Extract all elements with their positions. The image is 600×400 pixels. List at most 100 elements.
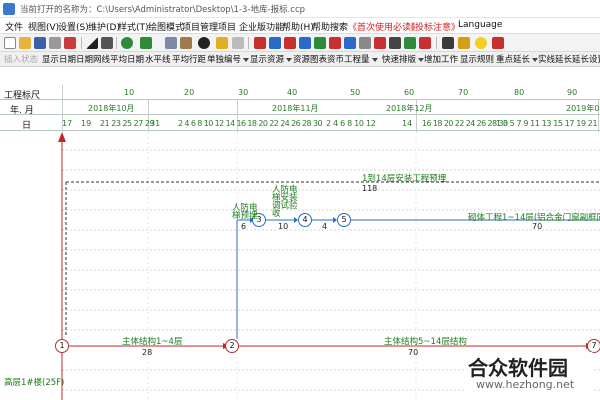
palette-icon[interactable] <box>374 37 386 49</box>
key-extend-label: 重点延长 <box>496 55 531 65</box>
open-folder-icon[interactable] <box>19 37 31 49</box>
day-label: 19 <box>81 119 92 128</box>
activity-duration: 118 <box>362 184 378 193</box>
day-label: 2 4 6 8 10 12 14 16 18 20 22 24 26 28 30 <box>178 119 323 128</box>
solid-extend-button[interactable]: 实线延长 <box>538 53 572 65</box>
watermark-url: www.hezhong.net <box>476 378 575 391</box>
activity-label[interactable]: 人防电梯安装调试验收 <box>272 186 300 219</box>
time-scale-header: 工程标尺 年. 月 日 10 20 30 40 50 60 70 80 90 2… <box>0 85 600 132</box>
network-node[interactable]: 1 <box>55 339 69 353</box>
menu-project[interactable]: 项目 <box>218 20 236 33</box>
menu-project-management[interactable]: 项目管理 <box>182 20 218 33</box>
resource-chart-button[interactable]: 资源图表 <box>293 53 327 65</box>
menu-language[interactable]: Language <box>458 20 502 30</box>
day-label: 21 23 25 27 29 <box>100 119 155 128</box>
average-row-spacing-button[interactable]: 平均行距 <box>172 53 206 65</box>
underline-icon[interactable] <box>101 37 113 49</box>
network-node[interactable]: 4 <box>298 213 312 227</box>
key-extend-dropdown[interactable]: 重点延长 <box>496 53 539 65</box>
table-icon[interactable] <box>299 37 311 49</box>
activity-label[interactable]: 人防电梯预埋 <box>232 204 258 221</box>
text-icon[interactable] <box>359 37 371 49</box>
show-rules-button[interactable]: 显示规则 <box>460 53 494 65</box>
network-node[interactable]: 7 <box>587 339 600 353</box>
menu-bar: 文件 视图(V) 设置(S) 维护(D) 样式(T) 绘图模式 项目管理 项目 … <box>0 18 600 34</box>
undo-icon[interactable] <box>121 37 133 49</box>
bulb-icon[interactable] <box>475 37 487 49</box>
line-style-icon[interactable] <box>86 37 98 49</box>
month-label: 2018年12月 <box>386 104 433 113</box>
help-icon[interactable] <box>492 37 504 49</box>
activity-duration: 4 <box>322 222 328 231</box>
copy-icon[interactable] <box>165 37 177 49</box>
monitor-icon[interactable] <box>442 37 454 49</box>
show-date-button[interactable]: 显示日期 <box>42 53 76 65</box>
chart-icon[interactable] <box>254 37 266 49</box>
quick-layout-dropdown[interactable]: 快速排版 <box>382 53 425 65</box>
network-node[interactable]: 5 <box>337 213 351 227</box>
month-label: 2019年01月 <box>566 104 600 113</box>
extend-settings-button[interactable]: 延长设置 <box>572 53 600 65</box>
activity-duration: 70 <box>532 222 543 231</box>
activity-label[interactable]: 主体结构5~14层结构 <box>384 335 467 347</box>
activity-duration: 28 <box>142 348 153 357</box>
new-file-icon[interactable] <box>4 37 16 49</box>
redo-icon[interactable] <box>140 37 152 49</box>
date-gridline-button[interactable]: 日期网线 <box>76 53 110 65</box>
day-label: 2 4 6 8 10 12 <box>326 119 376 128</box>
individual-numbering-dropdown[interactable]: 单独编号 <box>207 53 250 65</box>
insert-state-button[interactable]: 插入状态 <box>4 53 38 65</box>
chevron-down-icon <box>371 57 378 62</box>
grid-icon[interactable] <box>232 37 244 49</box>
settings-icon[interactable] <box>419 37 431 49</box>
show-resources-dropdown[interactable]: 显示资源 <box>250 53 293 65</box>
menu-file[interactable]: 文件 <box>5 20 23 33</box>
activity-duration: 70 <box>408 348 419 357</box>
network-node[interactable]: 2 <box>225 339 239 353</box>
ruler-tick: 10 <box>124 88 135 97</box>
format-icon[interactable] <box>314 37 326 49</box>
link-icon[interactable] <box>284 37 296 49</box>
menu-help[interactable]: 帮助(H) <box>282 20 314 33</box>
ruler-tick: 50 <box>350 88 361 97</box>
color-icon[interactable] <box>344 37 356 49</box>
average-date-button[interactable]: 平均日期 <box>110 53 144 65</box>
activity-label[interactable]: 主体结构1~4层 <box>122 335 182 347</box>
horizontal-line-button[interactable]: 水平线 <box>145 53 171 65</box>
day-label: 1 3 5 7 9 11 13 15 17 19 21 23 <box>496 119 600 128</box>
export-icon[interactable] <box>404 37 416 49</box>
menu-settings[interactable]: 设置(S) <box>58 20 89 33</box>
menu-bid-notice[interactable]: 《投标注意》 <box>406 20 460 33</box>
ruler-tick: 40 <box>287 88 298 97</box>
save-icon[interactable] <box>34 37 46 49</box>
activity-label[interactable]: 1到14层安装工程预埋 <box>362 172 446 184</box>
site-watermark: 合众软件园 www.hezhong.net <box>466 352 594 394</box>
menu-maintain[interactable]: 维护(D) <box>88 20 120 33</box>
align-icon[interactable] <box>329 37 341 49</box>
menu-draw-mode[interactable]: 绘图模式 <box>148 20 184 33</box>
paste-icon[interactable] <box>180 37 192 49</box>
title-bar: 当前打开的名称为：C:\Users\Administrator\Desktop\… <box>0 0 600 18</box>
day-label: 17 <box>62 119 73 128</box>
ruler-row-label: 工程标尺 <box>4 91 41 101</box>
menu-style[interactable]: 样式(T) <box>118 20 149 33</box>
cut-icon[interactable] <box>64 37 76 49</box>
month-label: 2018年10月 <box>88 104 135 113</box>
menu-help-search[interactable]: 帮助搜索 <box>312 20 348 33</box>
star-icon[interactable] <box>458 37 470 49</box>
quick-layout-label: 快速排版 <box>382 55 417 65</box>
ruler-row <box>0 85 600 100</box>
zoom-icon[interactable] <box>216 37 228 49</box>
activity-duration: 10 <box>278 222 289 231</box>
bold-icon[interactable] <box>389 37 401 49</box>
app-icon <box>3 3 15 15</box>
quantity-dropdown[interactable]: 资币工程量 <box>327 53 378 65</box>
print-icon[interactable] <box>49 37 61 49</box>
arrow-icon[interactable] <box>269 37 281 49</box>
find-icon[interactable] <box>198 37 210 49</box>
window-title: 当前打开的名称为：C:\Users\Administrator\Desktop\… <box>20 5 306 15</box>
month-row-label: 年. 月 <box>10 106 34 116</box>
add-work-button[interactable]: 增加工作 <box>424 53 458 65</box>
menu-enterprise[interactable]: 企业版功能 <box>239 20 284 33</box>
menu-view[interactable]: 视图(V) <box>28 20 59 33</box>
